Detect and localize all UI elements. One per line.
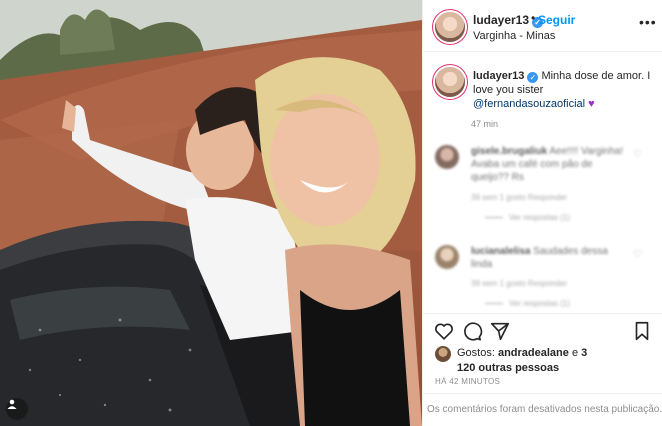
commenter-avatar[interactable] — [435, 245, 459, 269]
comment-like-icon[interactable]: ♡ — [633, 149, 642, 160]
purple-heart-icon: ♥ — [588, 98, 595, 110]
follow-button[interactable]: Seguir — [538, 13, 575, 27]
caption-mention[interactable]: @fernandasouzaoficial — [473, 98, 585, 110]
tagged-users-icon[interactable] — [6, 398, 28, 420]
comment-meta: 39 sem 1 gosto Responder — [471, 279, 568, 288]
more-options-icon[interactable]: ••• — [639, 14, 657, 30]
liker-avatar[interactable] — [435, 346, 451, 362]
comment-text: gisele.brugaliuk Aee!!!! Varginha! Avaba… — [471, 146, 624, 183]
comments-section[interactable]: ludayer13 ✓ Minha dose de amor. I love yo… — [423, 53, 662, 313]
verified-icon: ✓ — [527, 72, 539, 83]
view-replies-link[interactable]: Ver respostas (1) — [485, 299, 570, 308]
liker-username[interactable]: andradealane — [498, 347, 569, 359]
photo-illustration — [0, 0, 422, 426]
view-replies-link[interactable]: Ver respostas (1) — [485, 213, 570, 222]
share-icon[interactable] — [489, 320, 511, 342]
comment-meta: 39 sem 1 gosto Responder — [471, 193, 568, 202]
comment-icon[interactable] — [461, 320, 483, 342]
comment-text: lucianalelisa Saudades dessa linda — [471, 246, 608, 270]
comment-item: gisele.brugaliuk Aee!!!! Varginha! Avaba… — [423, 139, 662, 229]
caption-time[interactable]: 47 min — [471, 119, 498, 129]
likes-summary[interactable]: Gostos: andradealane e 3 120 outras pess… — [457, 346, 607, 376]
caption-author-avatar[interactable] — [435, 67, 465, 97]
commenter-avatar[interactable] — [435, 145, 459, 169]
caption-text: ludayer13 ✓ Minha dose de amor. I love yo… — [473, 69, 651, 111]
comment-item: lucianalelisa Saudades dessa linda ♡ 39 … — [423, 239, 662, 313]
comment-like-icon[interactable]: ♡ — [633, 249, 642, 260]
bookmark-icon[interactable] — [631, 320, 653, 342]
comment-username[interactable]: lucianalelisa — [471, 246, 530, 257]
post-location[interactable]: Varginha - Minas — [473, 30, 555, 42]
comments-disabled-notice: Os comentários foram desativados nesta p… — [423, 393, 662, 426]
author-avatar[interactable] — [435, 12, 465, 42]
comment-username[interactable]: gisele.brugaliuk — [471, 146, 547, 157]
post-photo[interactable] — [0, 0, 422, 426]
heart-icon[interactable] — [433, 320, 455, 342]
post-header: ludayer13 ✓ • Seguir Varginha - Minas ••• — [423, 0, 662, 52]
caption-username[interactable]: ludayer13 — [473, 70, 524, 82]
post-side-panel: ludayer13 ✓ • Seguir Varginha - Minas •••… — [422, 0, 662, 426]
separator-dot: • — [531, 11, 536, 25]
post-timestamp[interactable]: HÁ 42 MINUTOS — [435, 377, 500, 386]
post-actions: Gostos: andradealane e 3 120 outras pess… — [423, 313, 662, 393]
